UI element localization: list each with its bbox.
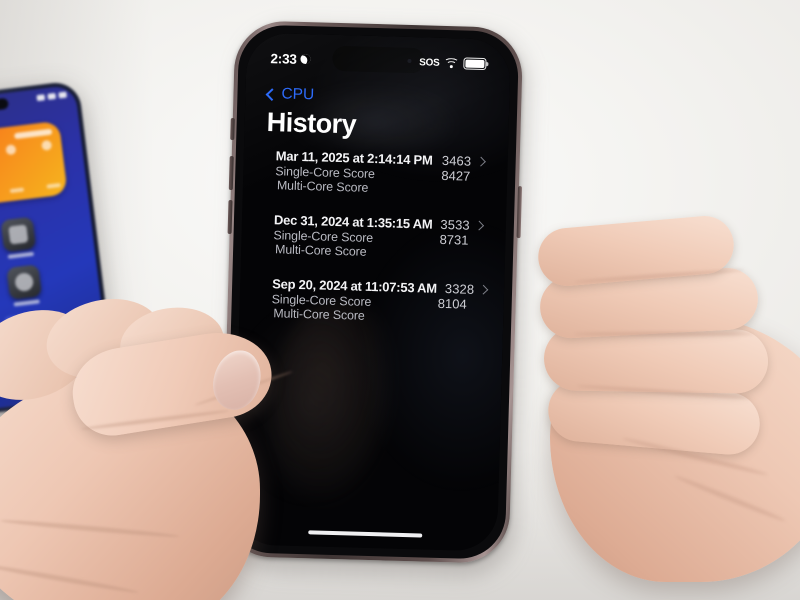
sos-indicator: SOS <box>419 56 440 69</box>
screenshot-scene: 2:33 SOS CPU History Mar 11, 2025 at 2:1… <box>0 0 800 600</box>
single-core-value: 3463 <box>441 152 472 169</box>
weather-widget-title <box>13 128 53 140</box>
multi-core-value: 8104 <box>437 295 467 312</box>
history-row[interactable]: Dec 31, 2024 at 1:35:15 AM 3533 Single-C… <box>273 212 484 262</box>
battery-icon <box>58 91 67 99</box>
app-icon-settings <box>6 264 42 307</box>
history-row[interactable]: Mar 11, 2025 at 2:14:14 PM 3463 Single-C… <box>275 148 486 198</box>
status-bar-left: 2:33 <box>270 51 311 67</box>
status-bar: 2:33 SOS <box>246 46 511 75</box>
app-label-camera <box>7 251 35 259</box>
multi-core-label: Multi-Core Score <box>273 306 365 323</box>
badge-dot <box>23 316 33 323</box>
history-list: Mar 11, 2025 at 2:14:14 PM 3463 Single-C… <box>239 147 508 346</box>
secondary-dynamic-island <box>0 97 9 115</box>
gear-icon <box>14 272 35 293</box>
wifi-icon <box>47 92 57 100</box>
status-bar-right: SOS <box>419 56 487 71</box>
weather-day <box>9 187 24 194</box>
camera-icon <box>8 224 29 245</box>
weather-glyph <box>5 144 17 156</box>
weather-widget-days <box>0 182 61 202</box>
chevron-left-icon <box>265 87 279 101</box>
cellular-icon <box>36 94 46 102</box>
chevron-right-icon[interactable] <box>478 285 489 295</box>
navigation-bar: CPU <box>245 84 509 110</box>
action-button[interactable] <box>229 117 235 141</box>
wifi-icon <box>443 57 460 69</box>
history-single-core-value-wrap: 3533 <box>440 216 484 233</box>
home-indicator[interactable] <box>308 529 423 538</box>
status-time: 2:33 <box>270 50 297 67</box>
multi-core-label: Multi-Core Score <box>276 178 369 195</box>
back-button[interactable]: CPU <box>265 85 315 104</box>
primary-phone: 2:33 SOS CPU History Mar 11, 2025 at 2:1… <box>220 20 530 579</box>
weather-day <box>46 182 61 189</box>
app-badge-row <box>4 311 52 329</box>
chevron-right-icon[interactable] <box>474 220 484 231</box>
weather-glyph <box>41 139 53 151</box>
multi-core-label: Multi-Core Score <box>274 242 367 259</box>
app-icon-camera <box>0 216 37 259</box>
chevron-right-icon[interactable] <box>475 156 486 167</box>
single-core-value: 3328 <box>444 281 475 297</box>
secondary-status-icons <box>36 91 67 102</box>
app-label-settings <box>13 299 40 307</box>
history-single-core-value-wrap: 3328 <box>444 281 489 297</box>
weather-widget-glyphs <box>0 139 53 164</box>
history-row[interactable]: Sep 20, 2024 at 11:07:53 AM 3328 Single-… <box>271 276 489 326</box>
history-single-core-value-wrap: 3463 <box>441 152 486 169</box>
battery-icon <box>463 57 487 71</box>
phone-body: 2:33 SOS CPU History Mar 11, 2025 at 2:1… <box>220 20 524 564</box>
phone-bezel: 2:33 SOS CPU History Mar 11, 2025 at 2:1… <box>224 24 520 560</box>
multi-core-value: 8427 <box>441 167 471 184</box>
page-title: History <box>266 106 357 140</box>
badge-dot <box>8 318 17 325</box>
badge-dot <box>38 315 48 322</box>
phone-screen[interactable]: 2:33 SOS CPU History Mar 11, 2025 at 2:1… <box>232 32 512 552</box>
back-button-label: CPU <box>281 85 315 104</box>
weather-widget <box>0 120 68 211</box>
moon-icon <box>300 53 311 65</box>
single-core-value: 3533 <box>440 216 470 233</box>
multi-core-value: 8731 <box>439 231 469 248</box>
